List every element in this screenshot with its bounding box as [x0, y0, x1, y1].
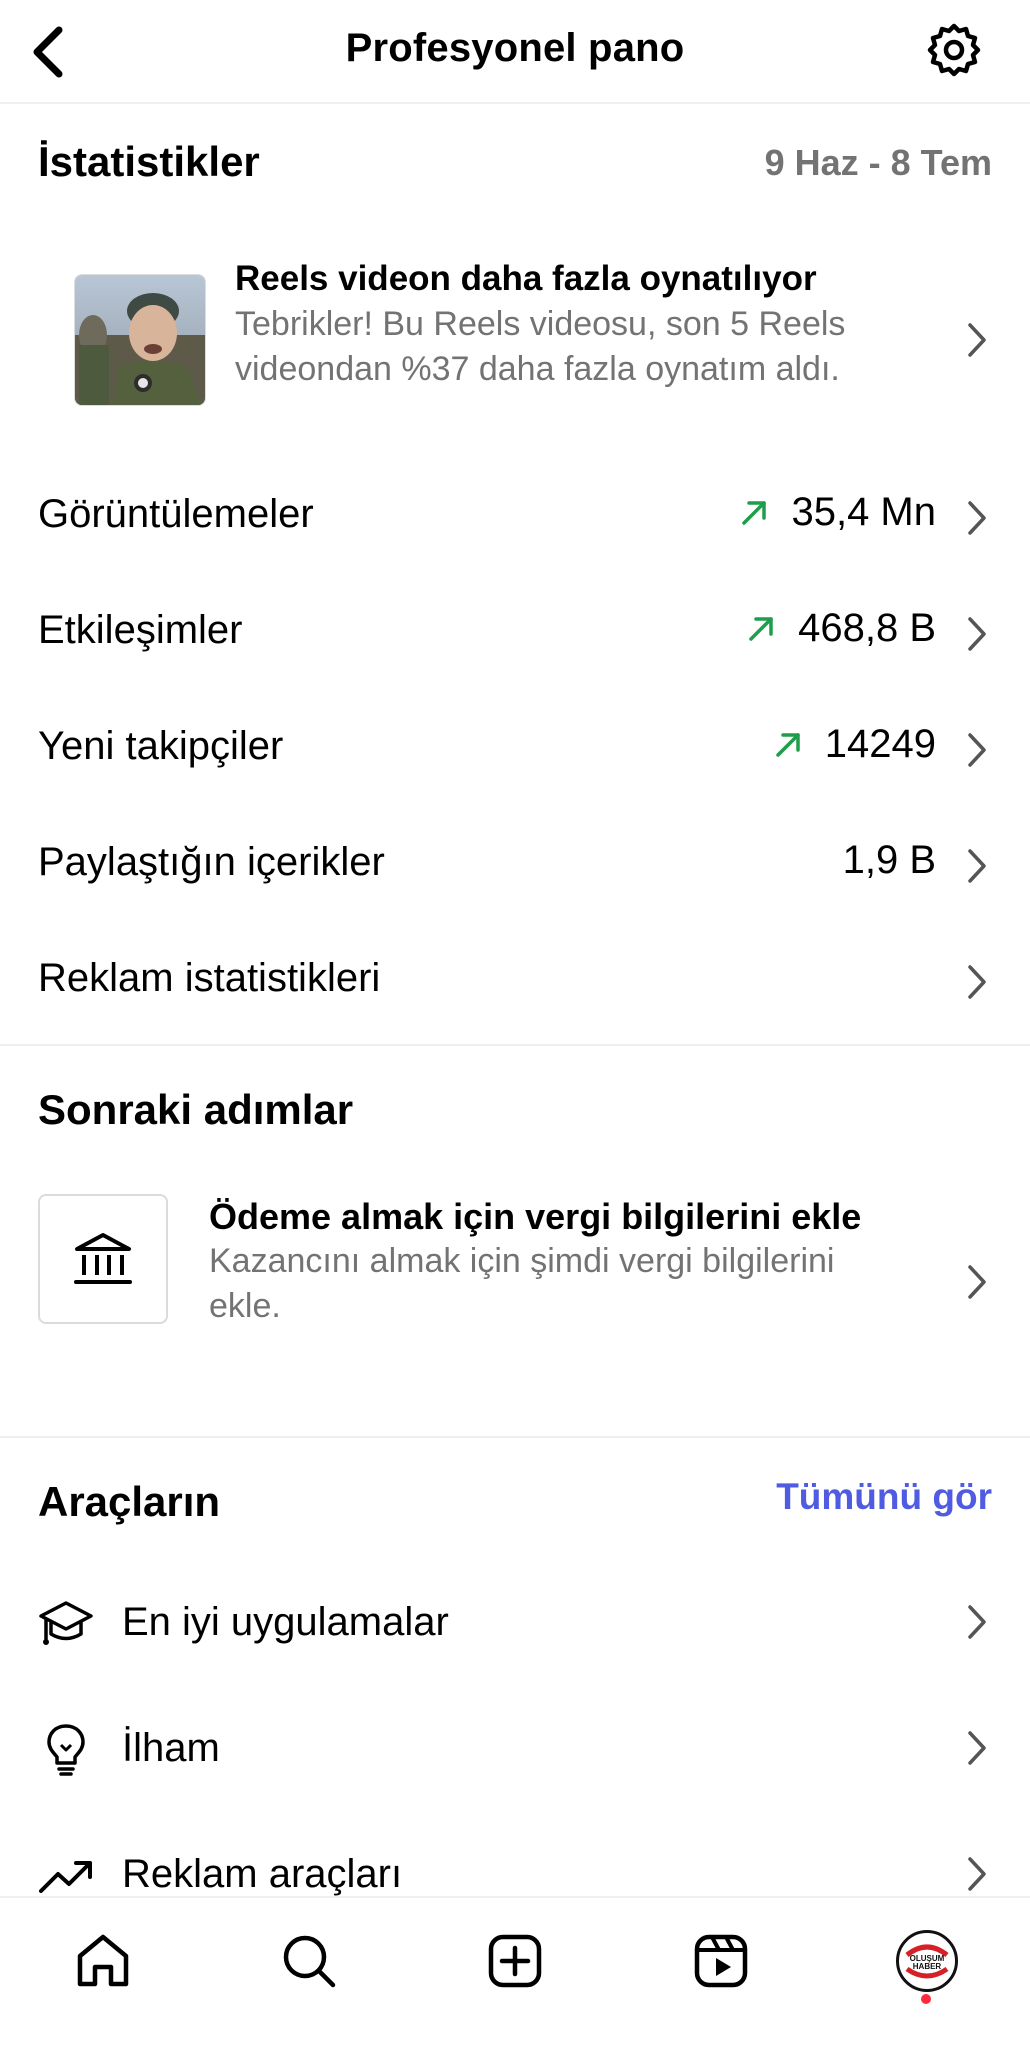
chevron-right-icon	[962, 614, 992, 654]
stat-label: Reklam istatistikleri	[38, 956, 381, 1000]
stat-value: 468,8 B	[798, 606, 936, 650]
reels-icon	[694, 1934, 748, 1988]
reels-insight-title: Reels videon daha fazla oynatılıyor	[235, 259, 817, 298]
tool-label: Reklam araçları	[122, 1852, 403, 1896]
section-divider	[0, 1044, 1030, 1046]
reels-thumbnail	[74, 274, 206, 406]
stat-row-ad-statistics[interactable]: Reklam istatistikleri	[0, 924, 1030, 1040]
stat-row-new-followers[interactable]: Yeni takipçiler 14249	[0, 692, 1030, 808]
trend-up-arrow-icon	[773, 730, 803, 760]
tax-card-description: Kazancını almak için şimdi vergi bilgile…	[209, 1242, 835, 1325]
tool-row-best-practices[interactable]: En iyi uygulamalar	[0, 1562, 1030, 1682]
tool-label: En iyi uygulamalar	[122, 1600, 449, 1644]
stat-value: 1,9 B	[842, 838, 936, 882]
graduation-cap-icon	[38, 1596, 94, 1652]
stat-row-shared-content[interactable]: Paylaştığın içerikler 1,9 B	[0, 808, 1030, 924]
stat-label: Etkileşimler	[38, 608, 243, 652]
chevron-right-icon	[962, 846, 992, 886]
tab-reels[interactable]	[686, 1926, 756, 1996]
see-all-link[interactable]: Tümünü gör	[776, 1476, 992, 1518]
statistics-heading: İstatistikler	[38, 138, 260, 185]
tax-card-title: Ödeme almak için vergi bilgilerini ekle	[209, 1196, 862, 1237]
chevron-right-icon	[962, 498, 992, 538]
chevron-right-icon	[962, 1602, 992, 1642]
settings-button[interactable]	[924, 20, 984, 80]
bottom-tab-bar: OLUŞUM HABER	[0, 1896, 1030, 2048]
tax-icon-box	[38, 1194, 168, 1324]
tab-profile[interactable]: OLUŞUM HABER	[892, 1926, 962, 1996]
chevron-right-icon	[962, 962, 992, 1002]
reels-insight-card[interactable]: Reels videon daha fazla oynatılıyor Tebr…	[0, 240, 1030, 440]
home-icon	[77, 1934, 129, 1987]
date-range[interactable]: 9 Haz - 8 Tem	[765, 142, 992, 184]
chevron-right-icon	[962, 730, 992, 770]
gear-icon	[927, 23, 981, 77]
bank-icon	[74, 1233, 132, 1284]
tax-info-card[interactable]: Ödeme almak için vergi bilgilerini ekle …	[0, 1180, 1030, 1400]
tab-create[interactable]	[480, 1926, 550, 1996]
stat-value: 14249	[824, 722, 936, 766]
stat-row-views[interactable]: Görüntülemeler 35,4 Mn	[0, 460, 1030, 576]
stat-label: Yeni takipçiler	[38, 724, 284, 768]
chevron-right-icon	[962, 1262, 992, 1302]
tab-search[interactable]	[274, 1926, 344, 1996]
next-steps-heading: Sonraki adımlar	[38, 1086, 354, 1133]
stat-value: 35,4 Mn	[791, 490, 936, 534]
tools-heading: Araçların	[38, 1478, 221, 1525]
top-bar: Profesyonel pano	[0, 0, 1030, 104]
tool-row-inspiration[interactable]: İlham	[0, 1688, 1030, 1808]
profile-avatar: OLUŞUM HABER	[896, 1930, 958, 1992]
tool-label: İlham	[122, 1726, 220, 1770]
page-title: Profesyonel pano	[345, 26, 685, 70]
stat-row-interactions[interactable]: Etkileşimler 468,8 B	[0, 576, 1030, 692]
trend-up-arrow-icon	[746, 614, 776, 644]
tab-home[interactable]	[68, 1926, 138, 1996]
reels-insight-description: Tebrikler! Bu Reels videosu, son 5 Reels…	[235, 305, 846, 388]
trend-up-arrow-icon	[739, 498, 769, 528]
notification-dot	[921, 1994, 931, 2004]
create-icon	[488, 1934, 542, 1988]
stat-label: Paylaştığın içerikler	[38, 840, 385, 884]
lightbulb-icon	[38, 1722, 94, 1778]
search-icon	[283, 1935, 336, 1988]
chevron-right-icon	[962, 1854, 992, 1894]
chevron-right-icon	[962, 1728, 992, 1768]
stat-label: Görüntülemeler	[38, 492, 314, 536]
chevron-right-icon	[962, 320, 992, 360]
avatar-text-bottom: HABER	[913, 1962, 942, 1971]
section-divider	[0, 1436, 1030, 1438]
